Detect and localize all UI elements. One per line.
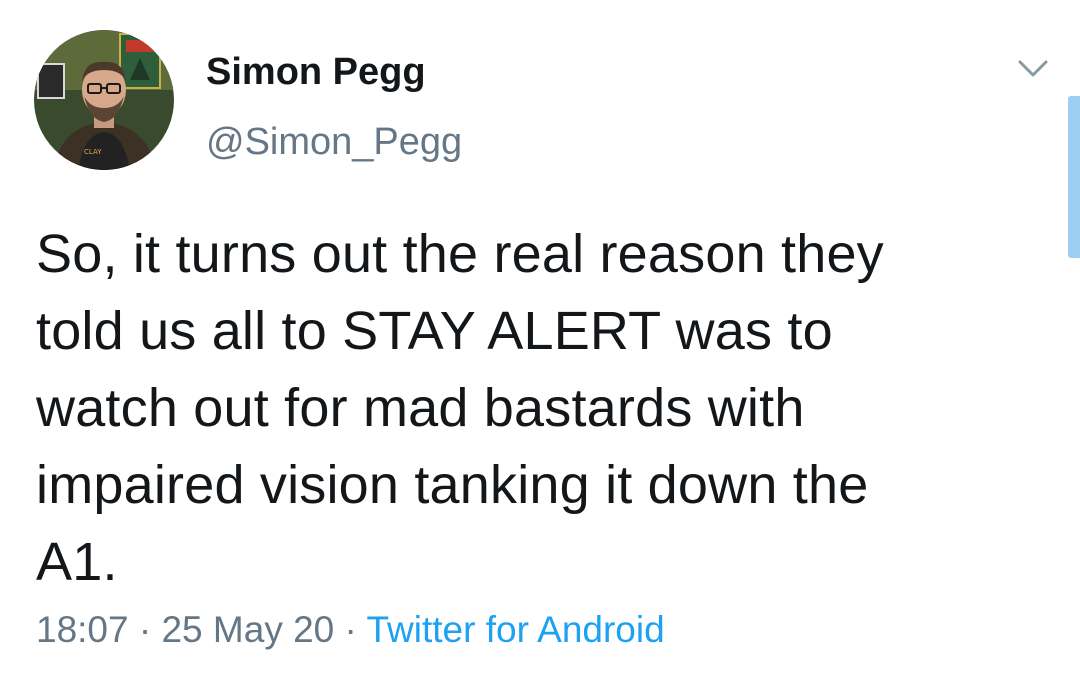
tweet-text-line: A1. bbox=[36, 532, 118, 592]
meta-separator: · bbox=[128, 609, 162, 650]
svg-text:CLAY: CLAY bbox=[84, 148, 102, 156]
scrollbar[interactable] bbox=[1068, 96, 1080, 258]
avatar[interactable]: CLAY bbox=[34, 30, 174, 170]
tweet-card: CLAY Simon Pegg @Simon_Pegg So, it turns… bbox=[0, 0, 1080, 677]
tweet-text-line: impaired vision tanking it down the bbox=[36, 455, 869, 515]
tweet-text-line: So, it turns out the real reason they bbox=[36, 224, 884, 284]
avatar-photo: CLAY bbox=[34, 30, 174, 170]
tweet-date: 25 May 20 bbox=[161, 609, 335, 650]
tweet-text-line: watch out for mad bastards with bbox=[36, 378, 805, 438]
display-name[interactable]: Simon Pegg bbox=[206, 48, 426, 96]
tweet-metadata: 18:07 · 25 May 20 · Twitter for Android bbox=[36, 606, 665, 654]
chevron-down-icon[interactable] bbox=[1014, 54, 1052, 82]
tweet-text-line: told us all to STAY ALERT was to bbox=[36, 301, 833, 361]
tweet-time: 18:07 bbox=[36, 609, 129, 650]
tweet-text: So, it turns out the real reason they to… bbox=[36, 216, 1036, 601]
meta-separator: · bbox=[334, 609, 367, 650]
user-handle[interactable]: @Simon_Pegg bbox=[206, 118, 462, 166]
tweet-source-link[interactable]: Twitter for Android bbox=[366, 609, 664, 650]
